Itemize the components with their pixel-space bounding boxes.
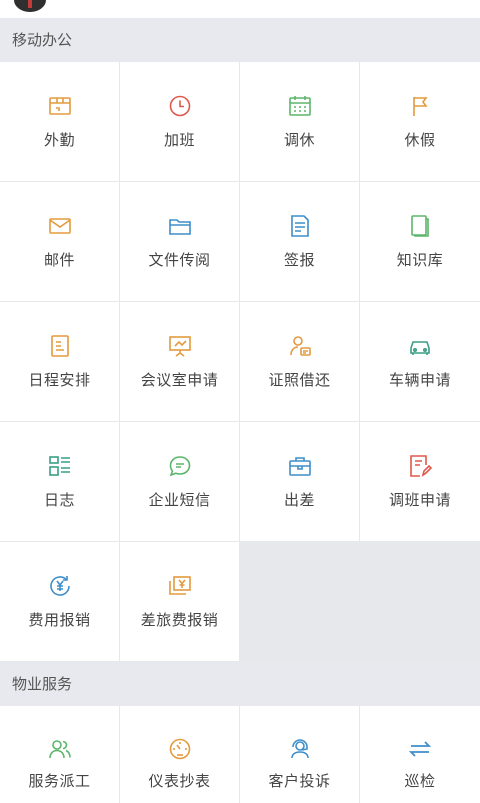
meter-gauge-icon <box>169 738 190 760</box>
grid-item-meeting-room[interactable]: 会议室申请 <box>120 302 240 422</box>
item-label: 签报 <box>283 251 315 269</box>
grid-item-travel-expense[interactable]: 差旅费报销 <box>120 542 240 662</box>
item-label: 加班 <box>163 131 195 149</box>
id-card-icon <box>289 336 311 356</box>
shift-edit-icon <box>410 455 433 477</box>
section-header-mobile-office: 移动办公 <box>0 18 480 62</box>
book-icon <box>411 215 429 237</box>
grid-item-customer-complaint[interactable]: 客户投诉 <box>240 706 360 803</box>
item-label: 巡检 <box>404 772 436 790</box>
item-label: 证照借还 <box>268 371 331 389</box>
patrol-arrows-icon <box>408 741 432 757</box>
item-label: 出差 <box>283 491 315 509</box>
grid-item-meter-reading[interactable]: 仪表抄表 <box>120 706 240 803</box>
grid-item-business-trip[interactable]: 出差 <box>240 422 360 542</box>
avatar[interactable] <box>14 0 46 12</box>
headset-icon <box>290 739 309 759</box>
grid-item-patrol[interactable]: 巡检 <box>360 706 480 803</box>
schedule-icon <box>50 335 69 357</box>
car-icon <box>410 341 430 355</box>
calendar-icon <box>288 96 311 116</box>
travel-expense-icon <box>168 576 191 595</box>
item-label: 外勤 <box>43 131 75 149</box>
clock-icon <box>169 95 190 117</box>
item-label: 费用报销 <box>28 611 91 629</box>
presentation-icon <box>168 336 191 357</box>
grid-item-compensatory-leave[interactable]: 调休 <box>240 62 360 182</box>
mobile-office-grid: 外勤 加班 调休 休假 邮件 文件传阅 签报 知识库 日程安排 会议室申请 证照… <box>0 62 480 662</box>
item-label: 调休 <box>283 131 315 149</box>
item-label: 会议室申请 <box>140 371 219 389</box>
grid-item-license-borrow[interactable]: 证照借还 <box>240 302 360 422</box>
grid-item-sign-report[interactable]: 签报 <box>240 182 360 302</box>
item-label: 差旅费报销 <box>140 611 219 629</box>
folder-icon <box>168 219 191 235</box>
grid-item-log[interactable]: 日志 <box>0 422 120 542</box>
document-icon <box>290 215 309 237</box>
item-label: 日志 <box>43 491 75 509</box>
field-work-icon <box>48 97 71 115</box>
grid-item-mail[interactable]: 邮件 <box>0 182 120 302</box>
grid-item-expense-reimbursement[interactable]: 费用报销 <box>0 542 120 662</box>
chat-icon <box>169 456 190 477</box>
item-label: 文件传阅 <box>148 251 211 269</box>
grid-item-shift-request[interactable]: 调班申请 <box>360 422 480 542</box>
dispatch-people-icon <box>48 740 71 759</box>
grid-item-field-work[interactable]: 外勤 <box>0 62 120 182</box>
grid-item-sms[interactable]: 企业短信 <box>120 422 240 542</box>
item-label: 企业短信 <box>148 491 211 509</box>
item-label: 服务派工 <box>28 772 91 790</box>
top-bar <box>0 0 480 18</box>
grid-item-service-dispatch[interactable]: 服务派工 <box>0 706 120 803</box>
empty-cell <box>360 542 480 662</box>
flag-icon <box>413 97 428 116</box>
grid-item-vehicle-request[interactable]: 车辆申请 <box>360 302 480 422</box>
grid-item-knowledge-base[interactable]: 知识库 <box>360 182 480 302</box>
grid-item-vacation[interactable]: 休假 <box>360 62 480 182</box>
item-label: 知识库 <box>396 251 444 269</box>
section-header-property-services: 物业服务 <box>0 662 480 706</box>
property-services-grid: 服务派工 仪表抄表 客户投诉 巡检 <box>0 706 480 803</box>
briefcase-icon <box>288 457 311 476</box>
item-label: 车辆申请 <box>388 371 451 389</box>
grid-item-schedule[interactable]: 日程安排 <box>0 302 120 422</box>
item-label: 日程安排 <box>28 371 91 389</box>
item-label: 休假 <box>404 131 436 149</box>
item-label: 仪表抄表 <box>148 772 211 790</box>
mail-icon <box>48 218 71 234</box>
item-label: 调班申请 <box>388 491 451 509</box>
grid-item-file-circulation[interactable]: 文件传阅 <box>120 182 240 302</box>
empty-cell <box>240 542 360 662</box>
item-label: 客户投诉 <box>268 772 331 790</box>
yuan-refund-icon <box>49 576 70 596</box>
item-label: 邮件 <box>43 251 75 269</box>
grid-item-overtime[interactable]: 加班 <box>120 62 240 182</box>
log-list-icon <box>48 456 70 476</box>
